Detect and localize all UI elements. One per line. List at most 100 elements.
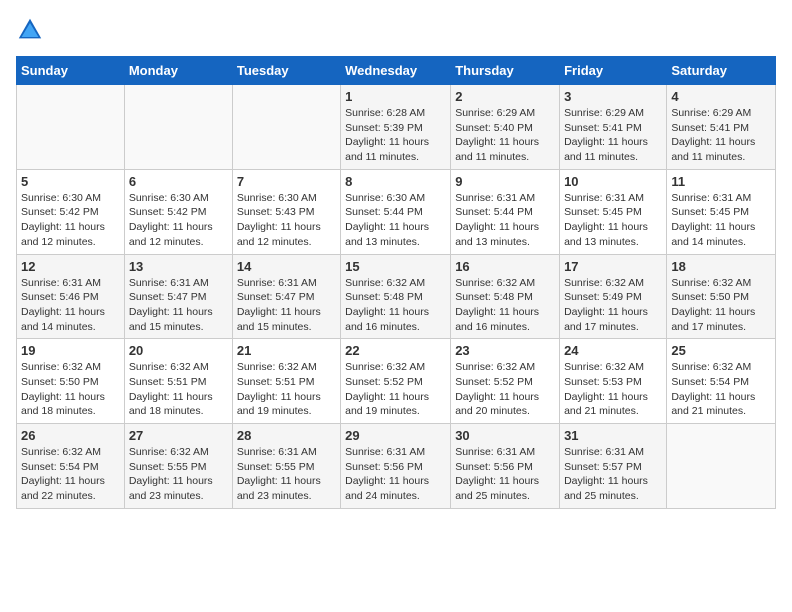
day-number: 17 xyxy=(564,259,662,274)
calendar-header-wednesday: Wednesday xyxy=(341,57,451,85)
calendar-week-row: 1 Sunrise: 6:28 AM Sunset: 5:39 PM Daylig… xyxy=(17,85,776,170)
day-number: 6 xyxy=(129,174,228,189)
day-number: 11 xyxy=(671,174,771,189)
calendar-table: SundayMondayTuesdayWednesdayThursdayFrid… xyxy=(16,56,776,509)
calendar-cell: 6 Sunrise: 6:30 AM Sunset: 5:42 PM Daylig… xyxy=(124,169,232,254)
day-info: Sunrise: 6:32 AM Sunset: 5:50 PM Dayligh… xyxy=(671,276,771,335)
calendar-week-row: 5 Sunrise: 6:30 AM Sunset: 5:42 PM Daylig… xyxy=(17,169,776,254)
day-info: Sunrise: 6:32 AM Sunset: 5:54 PM Dayligh… xyxy=(671,360,771,419)
day-number: 22 xyxy=(345,343,446,358)
day-number: 9 xyxy=(455,174,555,189)
day-number: 16 xyxy=(455,259,555,274)
calendar-cell xyxy=(232,85,340,170)
day-number: 26 xyxy=(21,428,120,443)
day-number: 30 xyxy=(455,428,555,443)
calendar-cell: 4 Sunrise: 6:29 AM Sunset: 5:41 PM Daylig… xyxy=(667,85,776,170)
calendar-cell: 5Sunrise: 6:30 AM Sunset: 5:42 PM Daylig… xyxy=(17,169,125,254)
day-number: 1 xyxy=(345,89,446,104)
day-number: 4 xyxy=(671,89,771,104)
day-info: Sunrise: 6:32 AM Sunset: 5:55 PM Dayligh… xyxy=(129,445,228,504)
day-info: Sunrise: 6:32 AM Sunset: 5:49 PM Dayligh… xyxy=(564,276,662,335)
calendar-cell: 1 Sunrise: 6:28 AM Sunset: 5:39 PM Daylig… xyxy=(341,85,451,170)
day-info: Sunrise: 6:29 AM Sunset: 5:41 PM Dayligh… xyxy=(564,106,662,165)
day-number: 15 xyxy=(345,259,446,274)
calendar-cell: 20Sunrise: 6:32 AM Sunset: 5:51 PM Dayli… xyxy=(124,339,232,424)
day-number: 23 xyxy=(455,343,555,358)
calendar-week-row: 26 Sunrise: 6:32 AM Sunset: 5:54 PM Dayli… xyxy=(17,424,776,509)
day-info: Sunrise: 6:28 AM Sunset: 5:39 PM Dayligh… xyxy=(345,106,446,165)
calendar-cell: 22 Sunrise: 6:32 AM Sunset: 5:52 PM Dayli… xyxy=(341,339,451,424)
calendar-header-tuesday: Tuesday xyxy=(232,57,340,85)
calendar-cell: 24Sunrise: 6:32 AM Sunset: 5:53 PM Dayli… xyxy=(560,339,667,424)
calendar-header-row: SundayMondayTuesdayWednesdayThursdayFrid… xyxy=(17,57,776,85)
day-number: 19 xyxy=(21,343,120,358)
calendar-cell: 11 Sunrise: 6:31 AM Sunset: 5:45 PM Dayli… xyxy=(667,169,776,254)
day-number: 13 xyxy=(129,259,228,274)
calendar-cell: 28 Sunrise: 6:31 AM Sunset: 5:55 PM Dayli… xyxy=(232,424,340,509)
day-number: 7 xyxy=(237,174,336,189)
day-info: Sunrise: 6:32 AM Sunset: 5:50 PM Dayligh… xyxy=(21,360,120,419)
day-info: Sunrise: 6:31 AM Sunset: 5:44 PM Dayligh… xyxy=(455,191,555,250)
day-info: Sunrise: 6:31 AM Sunset: 5:46 PM Dayligh… xyxy=(21,276,120,335)
calendar-cell: 30Sunrise: 6:31 AM Sunset: 5:56 PM Dayli… xyxy=(451,424,560,509)
day-info: Sunrise: 6:31 AM Sunset: 5:55 PM Dayligh… xyxy=(237,445,336,504)
calendar-cell: 7 Sunrise: 6:30 AM Sunset: 5:43 PM Daylig… xyxy=(232,169,340,254)
calendar-cell: 3 Sunrise: 6:29 AM Sunset: 5:41 PM Daylig… xyxy=(560,85,667,170)
day-info: Sunrise: 6:30 AM Sunset: 5:42 PM Dayligh… xyxy=(129,191,228,250)
calendar-week-row: 12 Sunrise: 6:31 AM Sunset: 5:46 PM Dayli… xyxy=(17,254,776,339)
calendar-header-sunday: Sunday xyxy=(17,57,125,85)
calendar-cell: 18Sunrise: 6:32 AM Sunset: 5:50 PM Dayli… xyxy=(667,254,776,339)
day-info: Sunrise: 6:32 AM Sunset: 5:51 PM Dayligh… xyxy=(237,360,336,419)
calendar-cell: 29 Sunrise: 6:31 AM Sunset: 5:56 PM Dayli… xyxy=(341,424,451,509)
day-number: 12 xyxy=(21,259,120,274)
calendar-cell: 16Sunrise: 6:32 AM Sunset: 5:48 PM Dayli… xyxy=(451,254,560,339)
day-info: Sunrise: 6:31 AM Sunset: 5:45 PM Dayligh… xyxy=(564,191,662,250)
day-info: Sunrise: 6:29 AM Sunset: 5:40 PM Dayligh… xyxy=(455,106,555,165)
day-info: Sunrise: 6:30 AM Sunset: 5:44 PM Dayligh… xyxy=(345,191,446,250)
day-number: 31 xyxy=(564,428,662,443)
page-header xyxy=(16,16,776,44)
day-number: 29 xyxy=(345,428,446,443)
day-number: 27 xyxy=(129,428,228,443)
day-number: 2 xyxy=(455,89,555,104)
day-info: Sunrise: 6:31 AM Sunset: 5:47 PM Dayligh… xyxy=(237,276,336,335)
day-info: Sunrise: 6:32 AM Sunset: 5:53 PM Dayligh… xyxy=(564,360,662,419)
day-number: 5 xyxy=(21,174,120,189)
day-number: 8 xyxy=(345,174,446,189)
day-number: 3 xyxy=(564,89,662,104)
calendar-header-monday: Monday xyxy=(124,57,232,85)
calendar-week-row: 19 Sunrise: 6:32 AM Sunset: 5:50 PM Dayli… xyxy=(17,339,776,424)
calendar-cell: 26 Sunrise: 6:32 AM Sunset: 5:54 PM Dayli… xyxy=(17,424,125,509)
calendar-header-thursday: Thursday xyxy=(451,57,560,85)
calendar-cell: 15Sunrise: 6:32 AM Sunset: 5:48 PM Dayli… xyxy=(341,254,451,339)
calendar-cell: 19 Sunrise: 6:32 AM Sunset: 5:50 PM Dayli… xyxy=(17,339,125,424)
day-number: 10 xyxy=(564,174,662,189)
day-info: Sunrise: 6:32 AM Sunset: 5:52 PM Dayligh… xyxy=(345,360,446,419)
calendar-cell: 8 Sunrise: 6:30 AM Sunset: 5:44 PM Daylig… xyxy=(341,169,451,254)
calendar-cell: 17 Sunrise: 6:32 AM Sunset: 5:49 PM Dayli… xyxy=(560,254,667,339)
calendar-cell: 2 Sunrise: 6:29 AM Sunset: 5:40 PM Daylig… xyxy=(451,85,560,170)
day-info: Sunrise: 6:32 AM Sunset: 5:52 PM Dayligh… xyxy=(455,360,555,419)
calendar-cell: 21 Sunrise: 6:32 AM Sunset: 5:51 PM Dayli… xyxy=(232,339,340,424)
day-number: 21 xyxy=(237,343,336,358)
day-info: Sunrise: 6:32 AM Sunset: 5:54 PM Dayligh… xyxy=(21,445,120,504)
calendar-cell xyxy=(667,424,776,509)
calendar-cell: 27 Sunrise: 6:32 AM Sunset: 5:55 PM Dayli… xyxy=(124,424,232,509)
day-info: Sunrise: 6:31 AM Sunset: 5:45 PM Dayligh… xyxy=(671,191,771,250)
calendar-header-friday: Friday xyxy=(560,57,667,85)
day-number: 28 xyxy=(237,428,336,443)
logo-icon xyxy=(16,16,44,44)
day-info: Sunrise: 6:30 AM Sunset: 5:43 PM Dayligh… xyxy=(237,191,336,250)
day-info: Sunrise: 6:31 AM Sunset: 5:56 PM Dayligh… xyxy=(345,445,446,504)
calendar-cell: 31Sunrise: 6:31 AM Sunset: 5:57 PM Dayli… xyxy=(560,424,667,509)
day-info: Sunrise: 6:29 AM Sunset: 5:41 PM Dayligh… xyxy=(671,106,771,165)
calendar-cell xyxy=(17,85,125,170)
day-number: 14 xyxy=(237,259,336,274)
calendar-cell: 25 Sunrise: 6:32 AM Sunset: 5:54 PM Dayli… xyxy=(667,339,776,424)
day-info: Sunrise: 6:31 AM Sunset: 5:47 PM Dayligh… xyxy=(129,276,228,335)
logo xyxy=(16,16,48,44)
calendar-header-saturday: Saturday xyxy=(667,57,776,85)
calendar-cell xyxy=(124,85,232,170)
day-number: 25 xyxy=(671,343,771,358)
calendar-cell: 12 Sunrise: 6:31 AM Sunset: 5:46 PM Dayli… xyxy=(17,254,125,339)
